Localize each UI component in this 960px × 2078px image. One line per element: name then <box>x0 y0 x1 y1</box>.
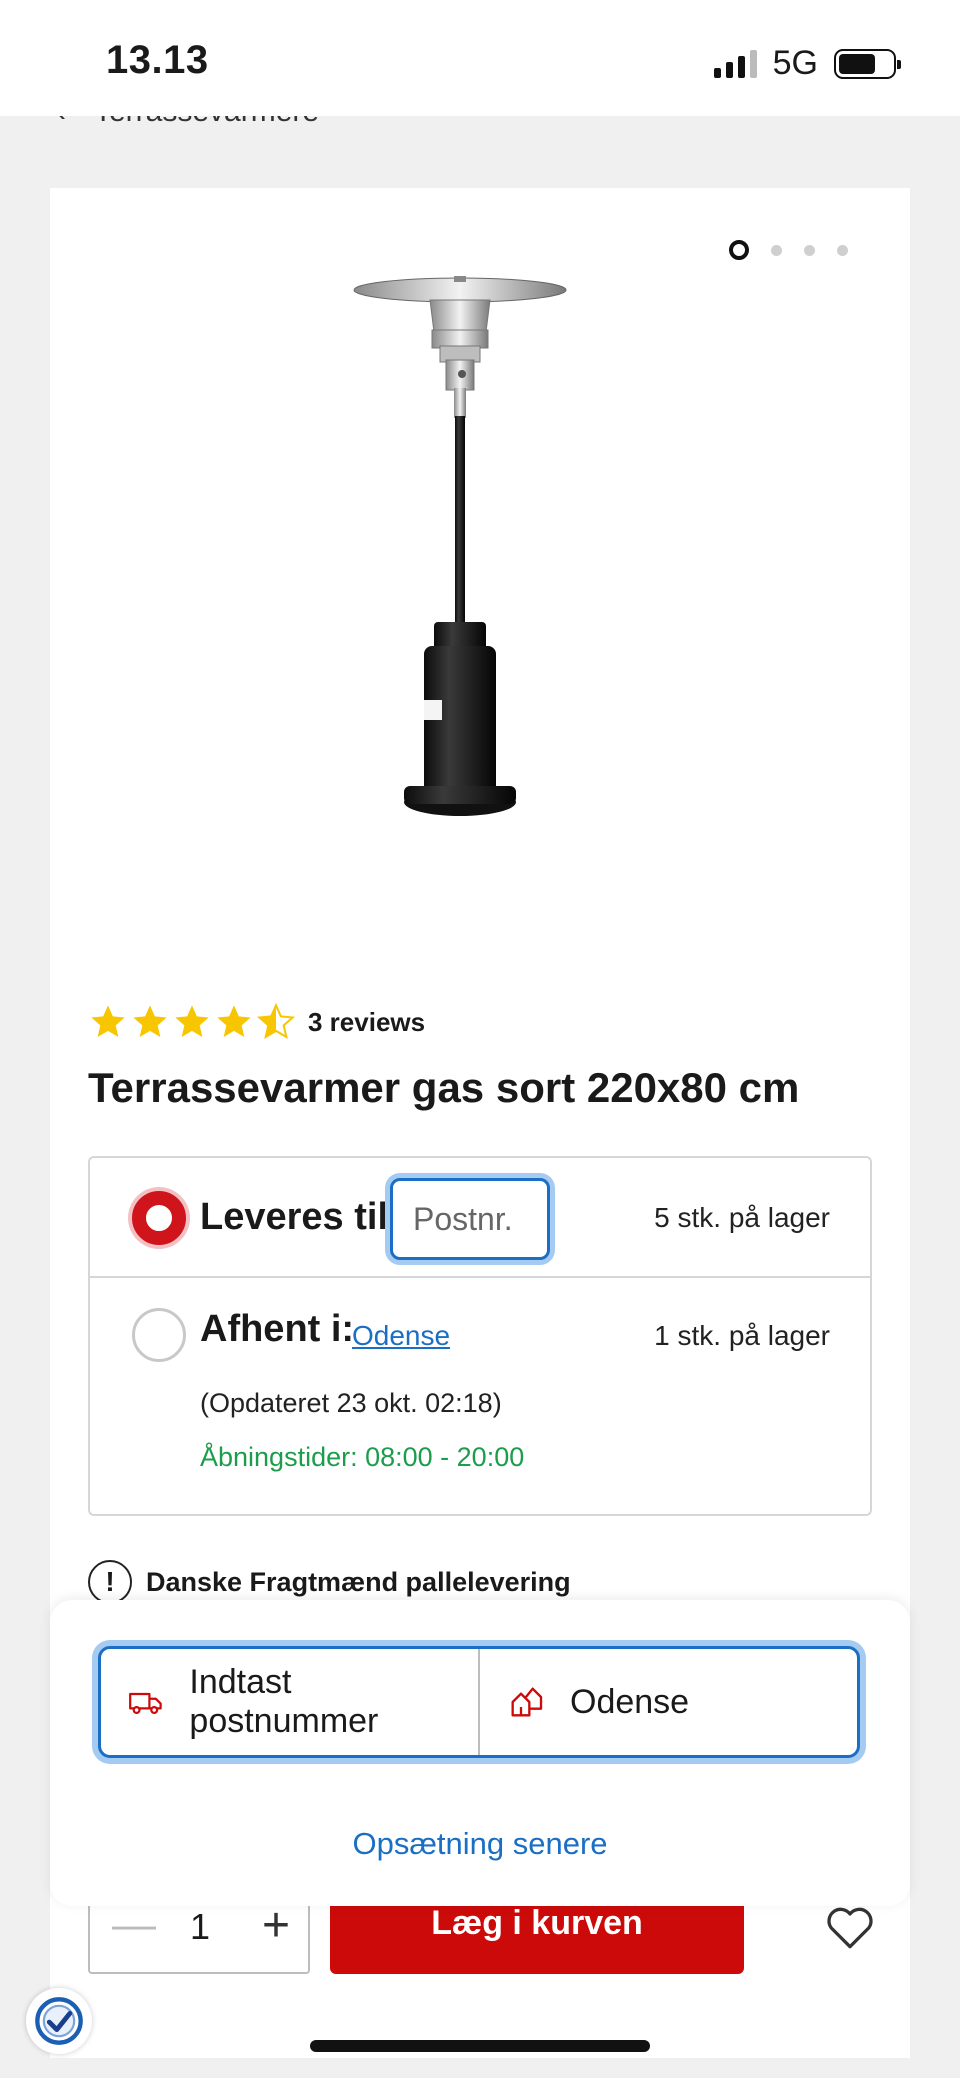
truck-icon <box>129 1692 162 1715</box>
star-icon <box>91 1005 125 1037</box>
gallery-dot-2[interactable] <box>771 244 782 256</box>
pickup-store-link[interactable]: Odense <box>352 1320 450 1352</box>
gallery-dot-1[interactable] <box>729 240 749 260</box>
gallery-dots <box>729 240 848 260</box>
setup-later-link[interactable]: Opsætning senere <box>50 1826 910 1862</box>
shipping-notice: ! Danske Fragtmænd pallelevering <box>88 1560 571 1604</box>
postcode-input[interactable]: Postnr. <box>390 1178 550 1260</box>
home-indicator <box>310 2040 650 2052</box>
star-icon <box>175 1005 209 1037</box>
gallery-dot-4[interactable] <box>837 244 848 256</box>
status-time: 13.13 <box>106 38 209 82</box>
signal-icon <box>713 49 757 78</box>
half-star-icon <box>256 1002 296 1040</box>
opening-hours: Åbningstider: 08:00 - 20:00 <box>200 1442 525 1472</box>
trust-badge[interactable] <box>26 1988 92 2054</box>
star-icon <box>133 1005 167 1037</box>
shipping-notice-text: Danske Fragtmænd pallelevering <box>146 1566 571 1597</box>
stock-updated: (Opdateret 23 okt. 02:18) <box>200 1388 502 1418</box>
plus-icon[interactable]: + <box>262 1898 290 1953</box>
status-indicators: 5G <box>713 44 901 83</box>
delivery-stock: 5 stk. på lager <box>654 1202 830 1233</box>
network-label: 5G <box>772 44 818 82</box>
delivery-choice: Indtast postnummer Odense <box>98 1646 860 1758</box>
exclamation-icon: ! <box>88 1560 132 1604</box>
postcode-option-label: Indtast postnummer <box>189 1663 379 1740</box>
gallery-dot-3[interactable] <box>804 244 815 256</box>
store-option[interactable]: Odense <box>478 1649 857 1755</box>
store-option-label: Odense <box>570 1682 690 1721</box>
minus-icon[interactable]: — <box>112 1900 156 1950</box>
deliver-label: Leveres til: <box>200 1196 401 1238</box>
delivery-sheet: Indtast postnummer Odense Opsætning sene… <box>50 1600 910 1906</box>
store-icon <box>511 1687 543 1717</box>
star-icon <box>217 1005 251 1037</box>
product-title: Terrassevarmer gas sort 220x80 cm <box>88 1064 800 1111</box>
delivery-radio[interactable] <box>132 1191 186 1245</box>
delivery-options: Leveres til: Postnr. 5 stk. på lager Afh… <box>88 1156 872 1516</box>
product-image[interactable] <box>340 270 580 850</box>
pickup-label: Afhent i: <box>200 1308 355 1350</box>
delivery-option-row[interactable]: Leveres til: Postnr. 5 stk. på lager <box>90 1158 870 1278</box>
product-rating[interactable]: 3 reviews <box>88 1002 425 1042</box>
battery-icon <box>834 48 901 79</box>
quantity-value[interactable]: 1 <box>190 1906 210 1948</box>
pickup-stock: 1 stk. på lager <box>654 1320 830 1351</box>
heart-icon[interactable] <box>822 1900 878 1956</box>
check-shield-icon <box>35 1997 83 2045</box>
reviews-count[interactable]: 3 reviews <box>308 1007 425 1038</box>
status-bar: 13.13 5G <box>0 0 960 116</box>
rating-stars <box>88 1002 296 1042</box>
postcode-option[interactable]: Indtast postnummer <box>101 1649 478 1755</box>
pickup-radio[interactable] <box>132 1308 186 1362</box>
pickup-option-row[interactable]: Afhent i: Odense 1 stk. på lager (Opdate… <box>90 1278 870 1518</box>
